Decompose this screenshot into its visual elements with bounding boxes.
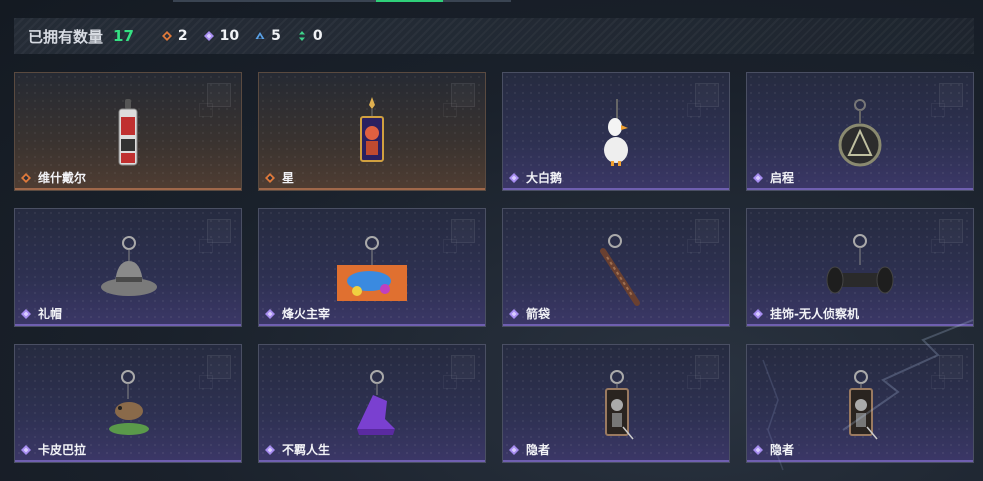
- item-label: 不羁人生: [265, 441, 330, 458]
- purple-diamond-icon: [509, 172, 519, 183]
- purple-diamond-icon: [509, 444, 519, 455]
- item-name: 卡皮巴拉: [38, 443, 87, 457]
- card-decoration: [443, 239, 457, 253]
- item-label: 隐者: [753, 441, 794, 458]
- purple-diamond-icon: [265, 444, 275, 455]
- item-name: 星: [282, 171, 295, 185]
- capybara-icon: [109, 370, 149, 435]
- item-card[interactable]: 礼帽: [14, 208, 242, 327]
- item-name: 启程: [770, 171, 795, 185]
- item-card[interactable]: 隐者: [502, 344, 730, 463]
- stat-epic-count: 10: [219, 28, 240, 44]
- graffiti-plate-icon: [337, 236, 407, 301]
- card-decoration: [199, 103, 213, 117]
- drone-icon: [826, 234, 894, 294]
- item-card[interactable]: 烽火主宰: [258, 208, 486, 327]
- item-label: 烽火主宰: [265, 305, 330, 322]
- stat-common: 0: [297, 28, 323, 44]
- item-card[interactable]: 维什戴尔: [14, 72, 242, 191]
- card-decoration: [687, 239, 701, 253]
- card-decoration: [199, 239, 213, 253]
- item-label: 维什戴尔: [21, 169, 86, 186]
- item-label: 挂饰-无人侦察机: [753, 305, 859, 322]
- quiver-icon: [600, 234, 640, 306]
- stat-legendary-count: 2: [177, 28, 188, 44]
- item-name: 隐者: [770, 443, 795, 457]
- stat-rare-count: 5: [271, 28, 281, 44]
- hermit-card-icon: [849, 370, 878, 440]
- item-name: 挂饰-无人侦察机: [770, 307, 859, 321]
- item-card[interactable]: 不羁人生: [258, 344, 486, 463]
- card-decoration: [199, 375, 213, 389]
- hat-icon: [101, 236, 157, 296]
- goose-icon: [604, 99, 628, 166]
- item-name: 礼帽: [38, 307, 63, 321]
- card-decoration: [443, 103, 457, 117]
- item-name: 隐者: [526, 443, 551, 457]
- stat-rare: 5: [255, 28, 281, 44]
- card-decoration: [687, 375, 701, 389]
- purple-diamond-icon: [265, 308, 275, 319]
- green-arrows-icon: [298, 31, 305, 41]
- item-grid: 维什戴尔 星 大白鹅 启程 礼帽 烽火主宰 箭袋 挂饰-无人侦察机 卡皮巴拉 不…: [14, 72, 974, 463]
- item-label: 礼帽: [21, 305, 62, 322]
- item-label: 箭袋: [509, 305, 550, 322]
- purple-diamond-icon: [203, 31, 214, 41]
- top-tab-divider: [173, 0, 511, 2]
- item-name: 不羁人生: [282, 443, 331, 457]
- card-decoration: [443, 375, 457, 389]
- item-label: 隐者: [509, 441, 550, 458]
- item-name: 烽火主宰: [282, 307, 331, 321]
- purple-diamond-icon: [509, 308, 519, 319]
- item-card[interactable]: 挂饰-无人侦察机: [746, 208, 974, 327]
- item-name: 大白鹅: [526, 171, 563, 185]
- item-card[interactable]: 卡皮巴拉: [14, 344, 242, 463]
- item-card[interactable]: 箭袋: [502, 208, 730, 327]
- purple-diamond-icon: [753, 444, 763, 455]
- keychain-figure-icon: [118, 99, 138, 166]
- item-label: 大白鹅: [509, 169, 562, 186]
- purple-diamond-icon: [21, 308, 31, 319]
- owned-count-label: 已拥有数量: [28, 27, 104, 46]
- active-tab-indicator: [376, 0, 443, 2]
- purple-diamond-icon: [753, 172, 763, 183]
- stat-common-count: 0: [312, 28, 323, 44]
- tarot-card-icon: [360, 97, 384, 162]
- item-card[interactable]: 隐者: [746, 344, 974, 463]
- sneaker-icon: [357, 370, 395, 435]
- purple-diamond-icon: [753, 308, 763, 319]
- owned-count-value: 17: [113, 27, 134, 45]
- orange-diamond-icon: [265, 172, 275, 183]
- card-decoration: [687, 103, 701, 117]
- item-name: 维什戴尔: [38, 171, 87, 185]
- item-name: 箭袋: [526, 307, 551, 321]
- item-label: 星: [265, 169, 294, 186]
- item-card[interactable]: 星: [258, 72, 486, 191]
- hermit-card-icon: [605, 370, 634, 440]
- item-label: 卡皮巴拉: [21, 441, 86, 458]
- collection-summary-bar: 已拥有数量 17 2 10 5 0: [14, 18, 974, 54]
- medallion-icon: [838, 99, 882, 167]
- card-decoration: [931, 103, 945, 117]
- blue-triangle-icon: [255, 32, 265, 39]
- stat-epic: 10: [203, 28, 240, 44]
- item-label: 启程: [753, 169, 794, 186]
- card-decoration: [931, 239, 945, 253]
- orange-diamond-icon: [21, 172, 31, 183]
- purple-diamond-icon: [21, 444, 31, 455]
- stat-legendary: 2: [161, 28, 188, 44]
- item-card[interactable]: 启程: [746, 72, 974, 191]
- orange-diamond-icon: [161, 31, 172, 41]
- item-card[interactable]: 大白鹅: [502, 72, 730, 191]
- card-decoration: [931, 375, 945, 389]
